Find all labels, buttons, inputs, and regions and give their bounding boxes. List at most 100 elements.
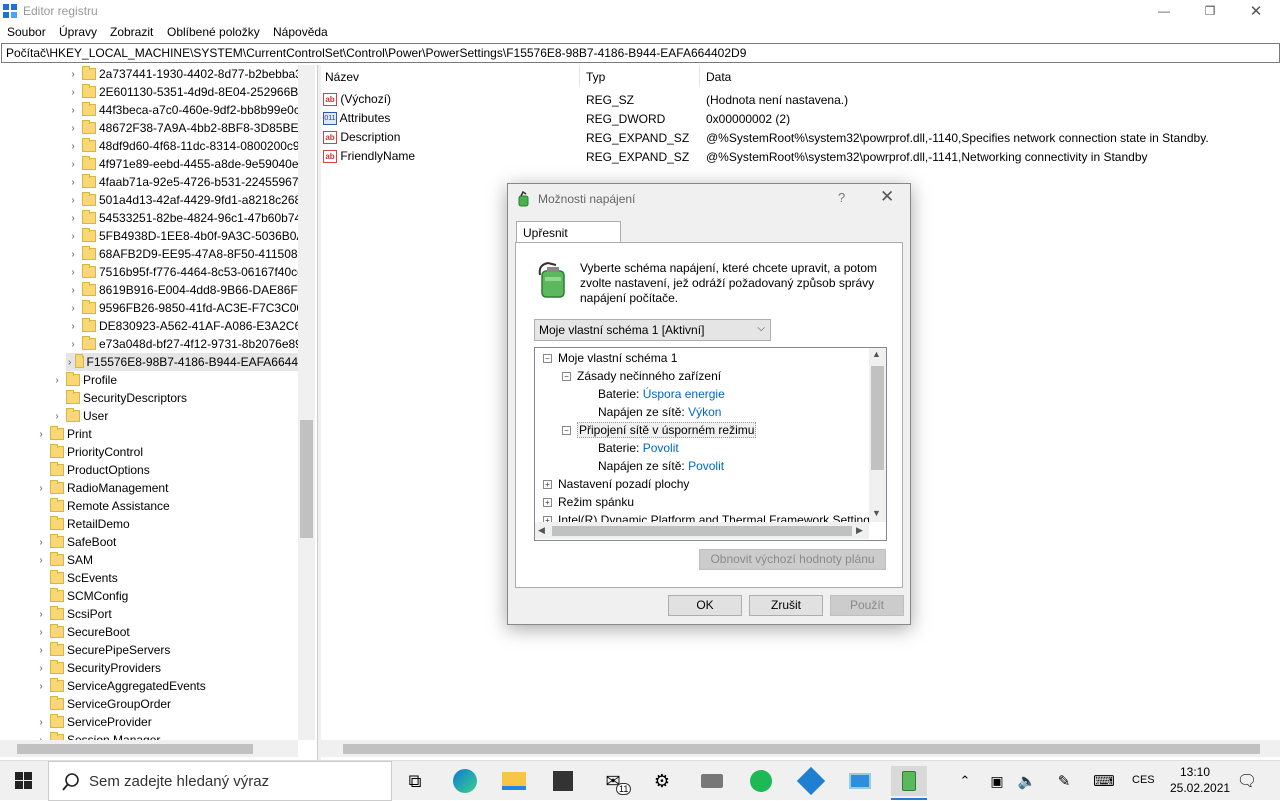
- chevron-right-icon[interactable]: ›: [34, 429, 48, 440]
- language-indicator[interactable]: CES: [1132, 774, 1155, 786]
- tree-node[interactable]: PriorityControl: [34, 443, 143, 461]
- restore-defaults-button[interactable]: Obnovit výchozí hodnoty plánu: [699, 549, 886, 570]
- tree-node[interactable]: › DE830923-A562-41AF-A086-E3A2C6B: [66, 317, 309, 335]
- chevron-right-icon[interactable]: ›: [66, 231, 80, 242]
- chevron-right-icon[interactable]: ›: [66, 249, 80, 260]
- spotify-icon[interactable]: [746, 766, 776, 796]
- setting-value-link[interactable]: Úspora energie: [643, 387, 725, 401]
- chevron-right-icon[interactable]: ›: [66, 123, 80, 134]
- chevron-right-icon[interactable]: ›: [34, 717, 48, 728]
- tree-node[interactable]: › RadioManagement: [34, 479, 168, 497]
- collapse-icon[interactable]: −: [543, 354, 552, 364]
- notifications-icon[interactable]: 🗨: [1232, 766, 1262, 796]
- settings-gear-icon[interactable]: ⚙: [647, 766, 677, 796]
- expand-icon[interactable]: +: [543, 480, 552, 490]
- setting-value-link[interactable]: Povolit: [688, 459, 724, 473]
- menu-view[interactable]: Zobrazit: [110, 25, 153, 39]
- microsoft-store-icon[interactable]: [548, 766, 578, 796]
- chevron-right-icon[interactable]: ›: [66, 267, 80, 278]
- settings-vertical-scroll-thumb[interactable]: [871, 366, 884, 470]
- tree-node[interactable]: SCMConfig: [34, 587, 128, 605]
- tree-node[interactable]: › Print: [34, 425, 92, 443]
- list-row[interactable]: ab FriendlyName: [323, 149, 415, 168]
- tree-node[interactable]: › SecurePipeServers: [34, 641, 170, 659]
- tree-node[interactable]: › 48df9d60-4f68-11dc-8314-0800200c9a: [66, 137, 306, 155]
- cancel-button[interactable]: Zrušit: [749, 595, 823, 616]
- column-divider[interactable]: [579, 65, 580, 87]
- tree-item-plugged-in[interactable]: Napájen ze sítě: Povolit: [598, 457, 724, 475]
- pen-icon[interactable]: ✎: [1049, 766, 1079, 796]
- tree-item-battery[interactable]: Baterie: Povolit: [598, 439, 679, 457]
- tree-node[interactable]: › e73a048d-bf27-4f12-9731-8b2076e89: [66, 335, 302, 353]
- tree-node[interactable]: RetailDemo: [34, 515, 130, 533]
- chevron-right-icon[interactable]: ›: [66, 177, 80, 188]
- tree-node[interactable]: › 9596FB26-9850-41fd-AC3E-F7C3C00A: [66, 299, 311, 317]
- volume-icon[interactable]: 🔈: [1012, 766, 1042, 796]
- chevron-right-icon[interactable]: ›: [34, 537, 48, 548]
- tree-node-selected[interactable]: › F15576E8-98B7-4186-B944-EAFA6644: [66, 353, 298, 371]
- tree-node[interactable]: › SAM: [34, 551, 93, 569]
- tree-node[interactable]: › 2a737441-1930-4402-8d77-b2bebba3: [66, 65, 302, 83]
- column-header-data[interactable]: Data: [706, 70, 731, 84]
- chevron-right-icon[interactable]: ›: [34, 645, 48, 656]
- chevron-right-icon[interactable]: ›: [34, 609, 48, 620]
- minimize-button[interactable]: —: [1141, 0, 1187, 22]
- menu-file[interactable]: Soubor: [7, 25, 46, 39]
- settings-horizontal-scroll-thumb[interactable]: [552, 526, 852, 536]
- remote-desktop-icon[interactable]: [845, 766, 875, 796]
- chevron-right-icon[interactable]: ›: [34, 483, 48, 494]
- column-divider[interactable]: [699, 65, 700, 87]
- azure-app-icon[interactable]: [796, 766, 826, 796]
- chevron-right-icon[interactable]: ›: [66, 195, 80, 206]
- tree-vertical-scroll-thumb[interactable]: [300, 420, 313, 538]
- scroll-left-icon[interactable]: ◀: [538, 525, 545, 536]
- chevron-right-icon[interactable]: ›: [66, 321, 80, 332]
- device-app-icon[interactable]: [697, 766, 727, 796]
- chevron-right-icon[interactable]: ›: [66, 285, 80, 296]
- scroll-down-icon[interactable]: ▼: [872, 508, 881, 518]
- tree-node[interactable]: › 44f3beca-a7c0-460e-9df2-bb8b99e0c: [66, 101, 300, 119]
- tree-node[interactable]: ServiceGroupOrder: [34, 695, 171, 713]
- collapse-icon[interactable]: −: [562, 372, 571, 382]
- chevron-right-icon[interactable]: ›: [66, 303, 80, 314]
- clock[interactable]: 13:10 25.02.2021: [1170, 764, 1230, 796]
- tree-node[interactable]: › ServiceAggregatedEvents: [34, 677, 206, 695]
- chevron-right-icon[interactable]: ›: [34, 627, 48, 638]
- list-row[interactable]: ab (Výchozí): [323, 92, 391, 111]
- tree-horizontal-scroll-thumb[interactable]: [17, 744, 253, 754]
- mail-icon[interactable]: ✉ 11: [598, 766, 632, 796]
- tree-node[interactable]: › SecureBoot: [34, 623, 130, 641]
- tree-node[interactable]: ScEvents: [34, 569, 118, 587]
- apply-button[interactable]: Použít: [830, 595, 904, 616]
- close-button[interactable]: ✕: [1233, 0, 1279, 22]
- start-button-windows-icon[interactable]: [15, 772, 32, 789]
- tree-node[interactable]: › User: [50, 407, 108, 425]
- chevron-right-icon[interactable]: ›: [66, 87, 80, 98]
- menu-help[interactable]: Nápověda: [273, 25, 328, 39]
- tree-node[interactable]: › ServiceProvider: [34, 713, 152, 731]
- tree-node[interactable]: › 54533251-82be-4824-96c1-47b60b740: [66, 209, 308, 227]
- tree-node[interactable]: › SecurityProviders: [34, 659, 161, 677]
- column-header-type[interactable]: Typ: [586, 70, 605, 84]
- help-button[interactable]: ?: [838, 190, 845, 205]
- tree-item-plugged-in[interactable]: Napájen ze sítě: Výkon: [598, 403, 721, 421]
- tree-item-sleep[interactable]: + Režim spánku: [543, 493, 634, 511]
- tree-node[interactable]: › 2E601130-5351-4d9d-8E04-252966BA: [66, 83, 306, 101]
- menu-favorites[interactable]: Oblíbené položky: [167, 25, 260, 39]
- power-options-taskbar-icon[interactable]: [891, 766, 927, 796]
- scroll-right-icon[interactable]: ▶: [856, 525, 863, 536]
- tree-item-idle-device-policy[interactable]: − Zásady nečinného zařízení: [562, 367, 721, 385]
- ok-button[interactable]: OK: [668, 595, 742, 616]
- scroll-up-icon[interactable]: ▲: [872, 349, 881, 359]
- menu-edit[interactable]: Úpravy: [59, 25, 97, 39]
- power-scheme-dropdown[interactable]: Moje vlastní schéma 1 [Aktivní] ⌵: [534, 319, 771, 341]
- tree-node[interactable]: ProductOptions: [34, 461, 150, 479]
- tree-node[interactable]: SecurityDescriptors: [50, 389, 187, 407]
- setting-value-link[interactable]: Výkon: [688, 405, 721, 419]
- tree-item-battery[interactable]: Baterie: Úspora energie: [598, 385, 725, 403]
- chevron-right-icon[interactable]: ›: [66, 339, 80, 350]
- tree-item-network-standby[interactable]: − Připojení sítě v úsporném režimu: [562, 421, 757, 439]
- tree-item-desktop-background[interactable]: + Nastavení pozadí plochy: [543, 475, 689, 493]
- meet-now-icon[interactable]: ▣: [982, 766, 1012, 796]
- tree-node[interactable]: Remote Assistance: [34, 497, 170, 515]
